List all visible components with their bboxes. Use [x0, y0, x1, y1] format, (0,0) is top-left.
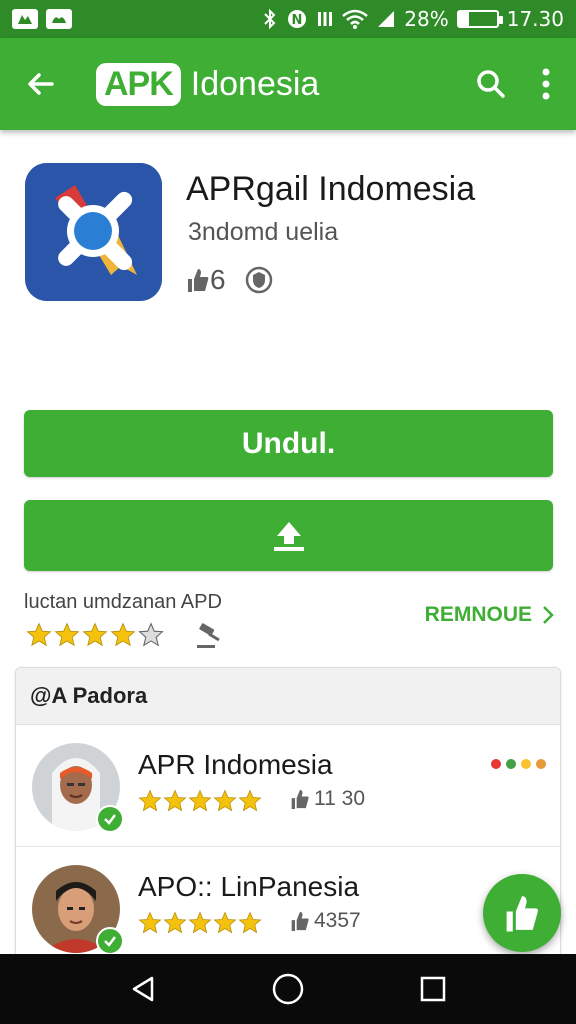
gift-notification-icon [46, 9, 72, 29]
nav-back-button[interactable] [118, 964, 168, 1014]
nav-home-icon [272, 973, 304, 1005]
battery-icon [456, 10, 503, 28]
list-item-title: APO:: LinPanesia [138, 871, 360, 902]
bluetooth-icon [264, 8, 276, 30]
status-dots[interactable] [491, 759, 546, 769]
list-item-likes-value: 4357 [314, 909, 361, 932]
thumbs-up-icon [291, 911, 309, 931]
shield-icon [245, 266, 272, 294]
app-bar: APK Idonesia [0, 38, 576, 130]
star-filled-icon [188, 911, 212, 934]
nfc-icon: N [288, 10, 307, 28]
list-item[interactable]: APO:: LinPanesia 4357 [16, 847, 560, 966]
yellow-dot-icon [521, 759, 531, 769]
vibrate-icon [318, 12, 333, 26]
star-filled-icon [138, 911, 162, 934]
nav-recents-icon [421, 976, 446, 1002]
logo-text: Idonesia [190, 64, 320, 103]
thumbs-up-icon [506, 896, 538, 932]
app-icon [25, 163, 162, 301]
status-indicators: N 28% 17.30 [262, 7, 564, 31]
star-filled-icon [238, 911, 262, 934]
battery-percent: 28% [404, 7, 449, 31]
orange-dot-icon [536, 759, 546, 769]
star-filled-icon [54, 622, 80, 647]
list-item-likes-value: 11 30 [314, 787, 365, 810]
status-notifications [12, 9, 72, 29]
gavel-icon[interactable] [194, 620, 224, 650]
list-item-likes: 4357 [290, 909, 361, 933]
related-apps-card: @A Padora APR Indomesia 11 30 APO:: LinP… [15, 667, 561, 967]
green-dot-icon [506, 759, 516, 769]
likes-value: 6 [210, 264, 226, 295]
list-item-title: APR Indomesia [138, 749, 333, 780]
back-arrow-icon [28, 73, 54, 95]
list-item-likes: 11 30 [290, 787, 365, 811]
red-dot-icon [491, 759, 501, 769]
list-item[interactable]: APR Indomesia 11 30 [16, 725, 560, 847]
star-filled-icon [213, 911, 237, 934]
app-logo: APK Idonesia [96, 62, 320, 106]
verified-badge-icon [96, 927, 124, 955]
thumbs-up-icon [188, 269, 209, 292]
privacy-badge [244, 265, 274, 295]
verified-badge-icon [96, 805, 124, 833]
app-meta: 6 [186, 264, 274, 296]
system-nav-bar [0, 954, 576, 1024]
list-item-stars [138, 911, 262, 935]
more-vert-icon [542, 68, 550, 100]
star-filled-icon [188, 789, 212, 812]
search-button[interactable] [468, 61, 514, 107]
logo-badge: APK [96, 62, 181, 106]
star-filled-icon [110, 622, 136, 647]
nav-recents-button[interactable] [408, 964, 458, 1014]
remove-link-label: REMNOUE [424, 603, 532, 626]
app-developer: 3ndomd uelia [188, 218, 339, 246]
share-upload-button[interactable] [24, 500, 553, 571]
nav-home-button[interactable] [263, 964, 313, 1014]
likes-count: 6 [186, 264, 226, 296]
user-rating-stars[interactable] [26, 620, 224, 650]
star-filled-icon [238, 789, 262, 812]
star-filled-icon [163, 789, 187, 812]
star-filled-icon [82, 622, 108, 647]
wifi-icon [342, 9, 369, 29]
star-filled-icon [163, 911, 187, 934]
thumbs-up-icon [291, 789, 309, 809]
nav-back-icon [132, 976, 153, 1002]
back-button[interactable] [18, 61, 64, 107]
upload-icon [273, 521, 304, 551]
search-icon [477, 70, 505, 98]
more-options-button[interactable] [534, 61, 558, 107]
star-filled-icon [213, 789, 237, 812]
star-empty-icon [138, 622, 164, 647]
like-fab-button[interactable] [483, 874, 561, 952]
remove-link[interactable]: REMNOUE [425, 603, 554, 627]
star-filled-icon [26, 622, 52, 647]
rating-caption: luctan umdzanan APD [24, 591, 222, 613]
sim-notification-icon [12, 9, 38, 29]
list-item-stars [138, 789, 262, 813]
status-bar: N 28% 17.30 [0, 0, 576, 38]
status-time: 17.30 [506, 7, 564, 31]
app-title: APRgail Indomesia [186, 170, 476, 208]
svg-text:N: N [292, 13, 303, 28]
chevron-right-icon [543, 606, 554, 624]
download-button[interactable]: Undul. [24, 410, 553, 477]
card-header: @A Padora [16, 668, 560, 725]
star-filled-icon [138, 789, 162, 812]
signal-icon [378, 11, 395, 27]
